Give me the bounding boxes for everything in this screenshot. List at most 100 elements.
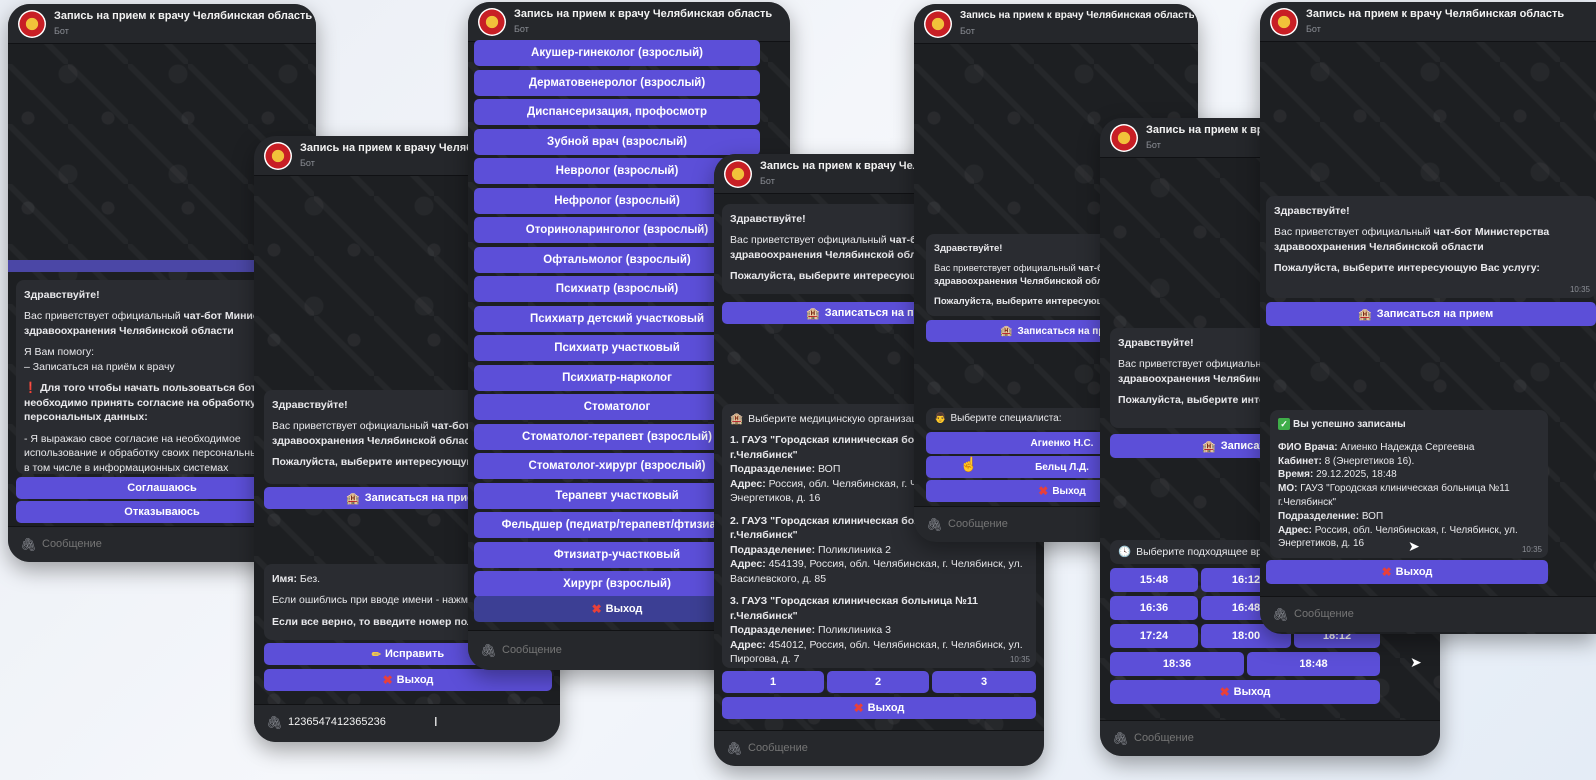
dept-value: ВОП bbox=[815, 463, 841, 476]
help-item: – Записаться на приём к врачу bbox=[24, 360, 175, 373]
address-label: Адрес: bbox=[1278, 524, 1312, 536]
address-label: Адрес: bbox=[730, 638, 766, 651]
specialty-button[interactable]: Дерматовенеролог (взрослый) bbox=[474, 69, 760, 96]
specialty-button[interactable]: Зубной врач (взрослый) bbox=[474, 128, 760, 155]
success-message: ✓ Вы успешно записаны ФИО Врача: Агиенко … bbox=[1270, 410, 1548, 558]
cross-icon: ✖ bbox=[1038, 484, 1049, 498]
org-item: 3. ГАУЗ "Городская клиническая больница … bbox=[730, 594, 1028, 666]
mouse-pointer-icon: ➤ bbox=[1410, 654, 1422, 670]
chat-subtitle: Бот bbox=[960, 26, 975, 36]
org-option-3-button[interactable]: 3 bbox=[932, 671, 1036, 693]
exit-button[interactable]: ✖ Выход bbox=[264, 669, 552, 691]
book-appointment-label: Записаться на прием bbox=[364, 492, 482, 504]
text-cursor-icon: I bbox=[434, 714, 438, 729]
org-option-1-button[interactable]: 1 bbox=[722, 671, 824, 693]
bot-avatar bbox=[264, 142, 292, 170]
doctor-label: ФИО Врача: bbox=[1278, 441, 1338, 453]
timeslot-button[interactable]: 18:48 bbox=[1247, 652, 1380, 676]
message-input[interactable] bbox=[1134, 732, 1430, 744]
message-bar: 🖇 bbox=[714, 730, 1044, 766]
message-input[interactable] bbox=[288, 716, 550, 728]
cross-icon: ✖ bbox=[1219, 685, 1230, 699]
address-value: Россия, обл. Челябинская, г. Челябинск, … bbox=[1278, 524, 1518, 550]
mo-label: МО: bbox=[1278, 483, 1298, 495]
chat-title: Запись на прием к врачу Челябинская обла… bbox=[960, 10, 1194, 21]
chat-subtitle: Бот bbox=[300, 158, 315, 168]
timeslot-button[interactable]: 15:48 bbox=[1110, 568, 1198, 592]
chat-header: Запись на прием к врачу Челябинская обла… bbox=[8, 4, 316, 44]
dept-label: Подразделение: bbox=[730, 543, 816, 556]
specialty-button[interactable]: Акушер-гинеколог (взрослый) bbox=[474, 40, 760, 66]
paperclip-icon[interactable]: 🖇 bbox=[266, 715, 283, 731]
help-title: Я Вам помогу: bbox=[24, 346, 95, 359]
paperclip-icon[interactable]: 🖇 bbox=[1272, 607, 1289, 623]
choose-service-text: Пожалуйста, выберите интересующую Вас ус… bbox=[1274, 262, 1540, 275]
welcome-text: Вас приветствует официальный bbox=[24, 310, 184, 323]
dept-value: Поликлиника 2 bbox=[815, 543, 891, 556]
exit-button[interactable]: ✖ Выход bbox=[1266, 560, 1548, 584]
org-option-2-button[interactable]: 2 bbox=[827, 671, 929, 693]
exit-label: Выход bbox=[1395, 566, 1433, 578]
exit-label: Выход bbox=[1052, 485, 1086, 497]
address-value: 454012, Россия, обл. Челябинская, г. Чел… bbox=[730, 638, 1023, 666]
paperclip-icon[interactable]: 🖇 bbox=[20, 537, 37, 553]
timeslot-button[interactable]: 17:24 bbox=[1110, 624, 1198, 648]
exit-label: Выход bbox=[396, 674, 434, 686]
doctor-icon: 👨 bbox=[934, 413, 947, 424]
cabinet-label: Кабинет: bbox=[1278, 455, 1322, 467]
consent-warning: Для того чтобы начать пользоваться ботом… bbox=[24, 382, 273, 424]
cross-icon: ✖ bbox=[1381, 565, 1392, 579]
welcome-text: Вас приветствует официальный bbox=[934, 263, 1079, 275]
choose-specialist-text: Выберите специалиста: bbox=[950, 413, 1062, 424]
doctor-value: Агиенко Надежда Сергеевна bbox=[1337, 441, 1475, 453]
welcome-text: Вас приветствует официальный bbox=[272, 420, 432, 433]
welcome-text: Вас приветствует официальный bbox=[1274, 226, 1434, 239]
chat-subtitle: Бот bbox=[54, 26, 69, 36]
cross-icon: ✖ bbox=[591, 602, 602, 616]
mouse-pointer-icon: ☝ bbox=[960, 456, 978, 472]
mouse-pointer-icon: ➤ bbox=[1408, 538, 1420, 554]
welcome-text: Вас приветствует официальный bbox=[730, 234, 890, 247]
chat-subtitle: Бот bbox=[1306, 24, 1321, 34]
paperclip-icon[interactable]: 🖇 bbox=[926, 517, 943, 533]
paperclip-icon[interactable]: 🖇 bbox=[1112, 731, 1129, 747]
greeting-message: Здравствуйте! Вас приветствует официальн… bbox=[1266, 196, 1596, 298]
specialty-button[interactable]: Диспансеризация, профосмотр bbox=[474, 99, 760, 125]
message-bar: 🖇 I bbox=[254, 704, 560, 742]
paperclip-icon[interactable]: 🖇 bbox=[726, 741, 743, 757]
message-time: 10:35 bbox=[1569, 284, 1590, 294]
hospital-icon: 🏨 bbox=[346, 492, 360, 505]
timeslot-button[interactable]: 16:36 bbox=[1110, 596, 1198, 620]
hospital-icon: 🏨 bbox=[1358, 308, 1372, 321]
message-input[interactable] bbox=[748, 742, 1034, 754]
datetime-value: 29.12.2025, 18:48 bbox=[1313, 469, 1397, 481]
dept-label: Подразделение: bbox=[1278, 510, 1360, 522]
chat-screen-success: Запись на прием к врачу Челябинская обла… bbox=[1260, 2, 1596, 634]
exit-button[interactable]: ✖ Выход bbox=[722, 697, 1036, 719]
chat-subtitle: Бот bbox=[514, 24, 529, 34]
book-appointment-button[interactable]: 🏨 Записаться на прием bbox=[1266, 302, 1596, 326]
dept-label: Подразделение: bbox=[730, 463, 816, 476]
address-label: Адрес: bbox=[730, 477, 766, 490]
bot-avatar bbox=[724, 160, 752, 188]
greeting-text: Здравствуйте! bbox=[1274, 205, 1350, 217]
chat-header: Запись на прием к врачу Челябинская обла… bbox=[468, 2, 790, 42]
cross-icon: ✖ bbox=[853, 701, 864, 715]
pencil-icon: ✏ bbox=[371, 648, 382, 661]
message-input[interactable] bbox=[1294, 608, 1586, 620]
chat-header: Запись на прием к врачу Челябинская обла… bbox=[914, 4, 1198, 44]
name-label: Имя: bbox=[272, 573, 297, 585]
exit-label: Выход bbox=[605, 603, 643, 615]
bot-avatar bbox=[1270, 8, 1298, 36]
check-icon: ✓ bbox=[1278, 418, 1290, 430]
hospital-icon: 🏨 bbox=[1000, 325, 1013, 337]
dept-label: Подразделение: bbox=[730, 624, 816, 637]
timeslot-button[interactable]: 18:36 bbox=[1110, 652, 1244, 676]
message-bar: 🖇 bbox=[1100, 720, 1440, 756]
address-value: 454139, Россия, обл. Челябинская, г. Чел… bbox=[730, 558, 1023, 585]
bot-avatar bbox=[478, 8, 506, 36]
exit-button[interactable]: ✖ Выход bbox=[1110, 680, 1380, 704]
hospital-icon: 🏨 bbox=[1202, 440, 1216, 453]
warning-icon: ❗ bbox=[24, 382, 38, 395]
paperclip-icon[interactable]: 🖇 bbox=[480, 643, 497, 659]
